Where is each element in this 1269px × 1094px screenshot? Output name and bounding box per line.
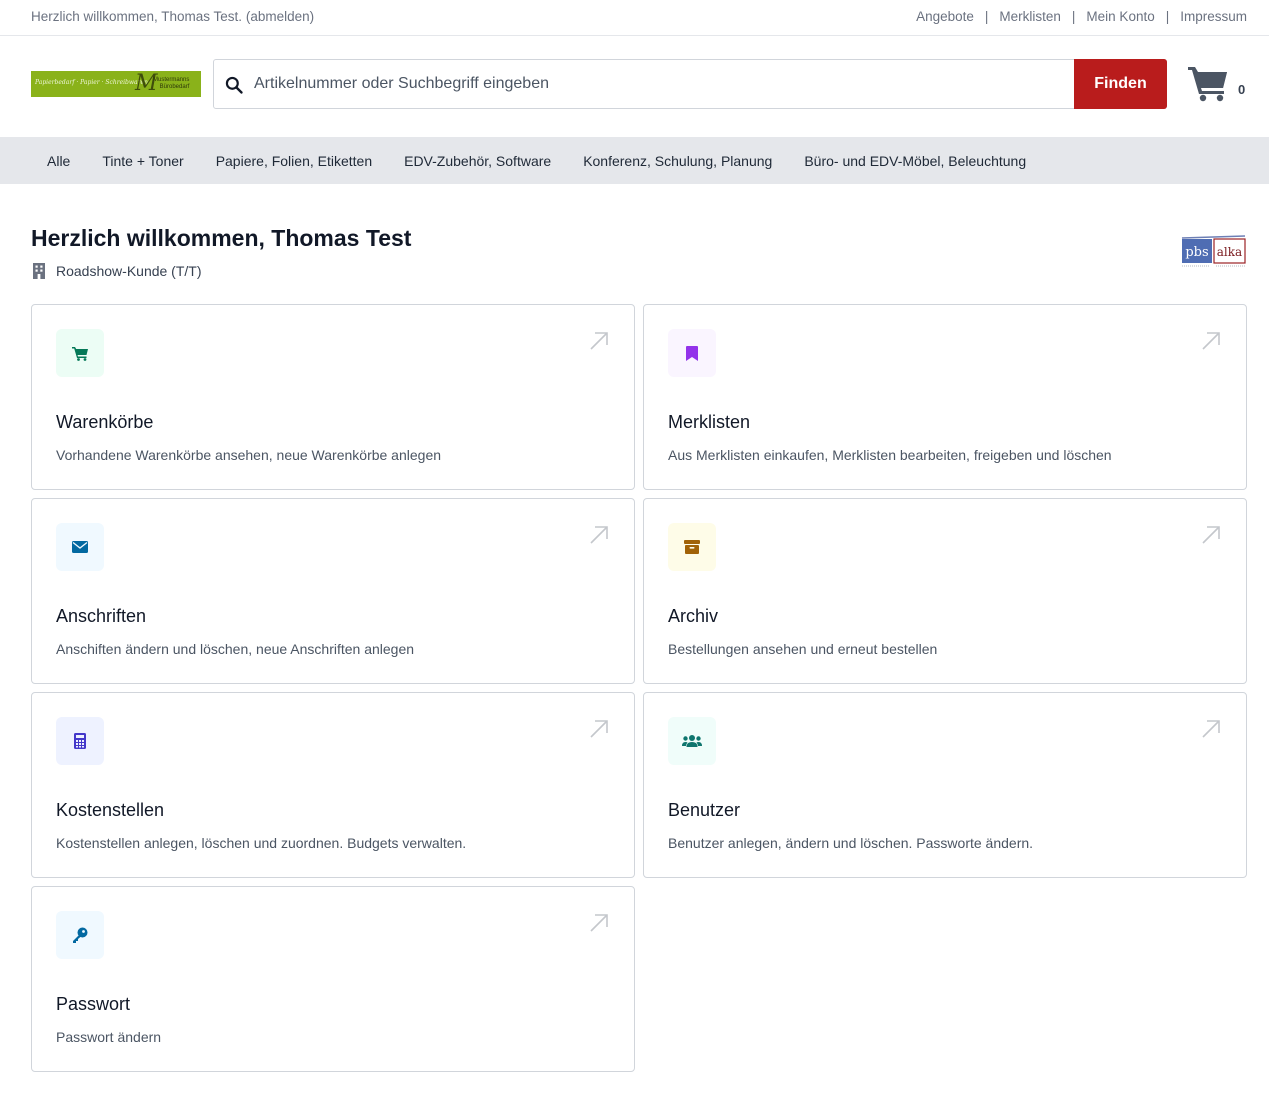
top-link-merklisten[interactable]: Merklisten bbox=[999, 9, 1061, 24]
cart-icon[interactable] bbox=[1187, 64, 1229, 102]
card-description: Aus Merklisten einkaufen, Merklisten bea… bbox=[668, 447, 1112, 463]
card-description: Bestellungen ansehen und erneut bestelle… bbox=[668, 641, 938, 657]
nav-item-tinte-toner[interactable]: Tinte + Toner bbox=[86, 153, 199, 169]
customer-name: Roadshow-Kunde (T/T) bbox=[56, 262, 202, 279]
card-passwort[interactable]: Passwort Passwort ändern bbox=[31, 886, 635, 1072]
card-icon-box bbox=[56, 911, 104, 959]
logo-name: Mustermanns Bürobedarf bbox=[153, 77, 189, 91]
card-title: Kostenstellen bbox=[56, 800, 165, 820]
archive-icon bbox=[684, 540, 700, 554]
customer-info: Roadshow-Kunde (T/T) bbox=[31, 262, 202, 279]
calculator-icon bbox=[74, 733, 86, 749]
arrow-up-right-icon bbox=[590, 914, 608, 932]
nav-item-alle[interactable]: Alle bbox=[31, 153, 86, 169]
partner-logo: pbs alka bbox=[1181, 235, 1246, 267]
nav-item-papiere[interactable]: Papiere, Folien, Etiketten bbox=[200, 153, 388, 169]
cart-count: 0 bbox=[1238, 82, 1246, 97]
top-welcome-text: Herzlich willkommen, Thomas Test. bbox=[31, 9, 243, 24]
card-icon-box bbox=[56, 329, 104, 377]
key-icon bbox=[73, 927, 88, 943]
nav-item-moebel[interactable]: Büro- und EDV-Möbel, Beleuchtung bbox=[788, 153, 1042, 169]
top-link-separator: | bbox=[1165, 9, 1170, 24]
card-benutzer[interactable]: Benutzer Benutzer anlegen, ändern und lö… bbox=[643, 692, 1247, 878]
card-title: Anschriften bbox=[56, 606, 147, 626]
category-nav: Alle Tinte + Toner Papiere, Folien, Etik… bbox=[0, 137, 1269, 184]
top-links: Angebote | Merklisten | Mein Konto | Imp… bbox=[916, 9, 1247, 24]
card-title: Benutzer bbox=[668, 800, 741, 820]
arrow-up-right-icon bbox=[590, 332, 608, 350]
arrow-up-right-icon bbox=[1202, 332, 1220, 350]
top-link-separator: | bbox=[984, 9, 989, 24]
nav-item-konferenz[interactable]: Konferenz, Schulung, Planung bbox=[567, 153, 788, 169]
card-title: Merklisten bbox=[668, 412, 751, 432]
top-link-mein-konto[interactable]: Mein Konto bbox=[1086, 9, 1154, 24]
card-title: Archiv bbox=[668, 606, 719, 626]
find-button[interactable]: Finden bbox=[1074, 59, 1167, 109]
envelope-icon bbox=[72, 541, 88, 553]
page-title: Herzlich willkommen, Thomas Test bbox=[31, 225, 412, 251]
building-icon bbox=[33, 263, 45, 279]
logo-name-line2: Bürobedarf bbox=[159, 84, 190, 90]
top-welcome: Herzlich willkommen, Thomas Test. (abmel… bbox=[31, 9, 314, 24]
card-title: Warenkörbe bbox=[56, 412, 154, 432]
card-description: Anschiften ändern und löschen, neue Ansc… bbox=[56, 641, 415, 657]
partner-logo-left: pbs bbox=[1185, 245, 1208, 260]
arrow-up-right-icon bbox=[590, 526, 608, 544]
arrow-up-right-icon bbox=[1202, 720, 1220, 738]
users-icon bbox=[682, 735, 702, 747]
card-merklisten[interactable]: Merklisten Aus Merklisten einkaufen, Mer… bbox=[643, 304, 1247, 490]
partner-logo-right: alka bbox=[1217, 245, 1242, 259]
card-description: Benutzer anlegen, ändern und löschen. Pa… bbox=[668, 835, 1034, 851]
bookmark-icon bbox=[686, 345, 698, 361]
card-warenkoerbe[interactable]: Warenkörbe Vorhandene Warenkörbe ansehen… bbox=[31, 304, 635, 490]
arrow-up-right-icon bbox=[590, 720, 608, 738]
card-icon-box bbox=[56, 717, 104, 765]
logout-link[interactable]: (abmelden) bbox=[246, 9, 314, 24]
card-icon-box bbox=[668, 523, 716, 571]
cart-icon bbox=[72, 346, 88, 361]
card-description: Passwort ändern bbox=[56, 1029, 162, 1045]
top-link-separator: | bbox=[1071, 9, 1076, 24]
top-link-angebote[interactable]: Angebote bbox=[916, 9, 974, 24]
card-icon-box bbox=[668, 717, 716, 765]
search-icon bbox=[225, 76, 243, 94]
card-archiv[interactable]: Archiv Bestellungen ansehen und erneut b… bbox=[643, 498, 1247, 684]
card-description: Vorhandene Warenkörbe ansehen, neue Ware… bbox=[56, 447, 442, 463]
card-icon-box bbox=[56, 523, 104, 571]
card-description: Kostenstellen anlegen, löschen und zuord… bbox=[56, 835, 467, 851]
card-icon-box bbox=[668, 329, 716, 377]
logo-name-line1: Mustermanns bbox=[153, 77, 190, 83]
top-bar: Herzlich willkommen, Thomas Test. (abmel… bbox=[0, 0, 1269, 36]
card-anschriften[interactable]: Anschriften Anschiften ändern und lösche… bbox=[31, 498, 635, 684]
nav-item-edv-zubehoer[interactable]: EDV-Zubehör, Software bbox=[388, 153, 567, 169]
logo-tagline: Papierbedarf · Papier · Schreibwaren bbox=[35, 79, 148, 86]
card-title: Passwort bbox=[56, 994, 131, 1014]
search-bar: Finden bbox=[213, 59, 1167, 109]
card-kostenstellen[interactable]: Kostenstellen Kostenstellen anlegen, lös… bbox=[31, 692, 635, 878]
search-input[interactable] bbox=[254, 61, 1074, 107]
top-link-impressum[interactable]: Impressum bbox=[1180, 9, 1247, 24]
arrow-up-right-icon bbox=[1202, 526, 1220, 544]
shop-logo[interactable]: Papierbedarf · Papier · Schreibwaren M M… bbox=[31, 71, 201, 97]
